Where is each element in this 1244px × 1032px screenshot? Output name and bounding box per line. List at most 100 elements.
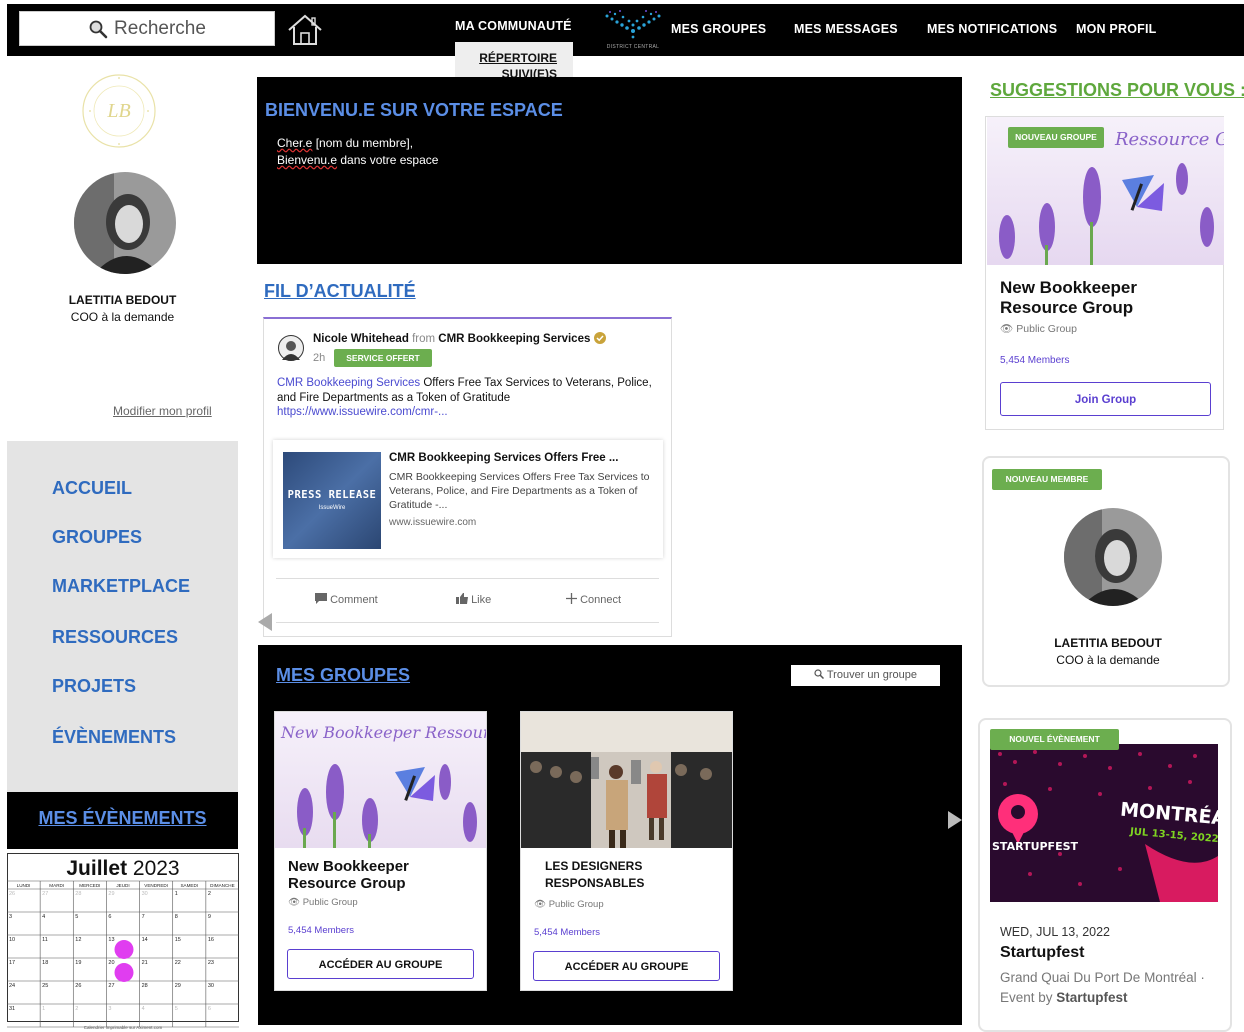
calendar-day[interactable]: 14 — [142, 937, 148, 943]
news-feed-title[interactable]: FIL D’ACTUALITÉ — [264, 281, 416, 302]
calendar-day[interactable]: 30 — [208, 983, 214, 989]
calendar-day[interactable]: 6 — [108, 914, 111, 920]
calendar-day[interactable]: 29 — [108, 891, 114, 897]
calendar-day[interactable]: 25 — [42, 983, 48, 989]
calendar-day[interactable]: 26 — [75, 983, 81, 989]
calendar-day[interactable]: 15 — [175, 937, 181, 943]
calendar-day[interactable]: 23 — [208, 960, 214, 966]
nav-my-messages[interactable]: MES MESSAGES — [794, 22, 898, 36]
group-members[interactable]: 5,454 Members — [534, 927, 600, 938]
sidebar-item-groups[interactable]: GROUPES — [52, 527, 142, 548]
post-url-link[interactable]: https://www.issuewire.com/cmr-... — [277, 406, 448, 418]
calendar-day[interactable]: 11 — [42, 937, 48, 943]
search-box[interactable]: Recherche — [19, 11, 275, 46]
calendar-day[interactable]: 4 — [142, 1006, 145, 1012]
calendar-day[interactable]: 2 — [208, 891, 211, 897]
thumbs-up-icon — [456, 593, 468, 604]
calendar-event-marker[interactable] — [114, 940, 134, 959]
calendar-day[interactable]: 4 — [42, 914, 45, 920]
calendar-day[interactable]: 31 — [9, 1006, 15, 1012]
calendar-day[interactable]: 22 — [175, 960, 181, 966]
calendar-grid: Juillet 2023 LUNDI MARDI MERCEDI JEUDI VENDRE… — [7, 853, 239, 1030]
press-release-thumbnail: PRESS RELEASE IssueWire — [283, 452, 381, 549]
calendar-day[interactable]: 16 — [208, 937, 214, 943]
group-members[interactable]: 5,454 Members — [288, 925, 354, 936]
event-organizer-name[interactable]: Startupfest — [1056, 990, 1127, 1005]
calendar-day[interactable]: 18 — [42, 960, 48, 966]
calendar-day[interactable]: 26 — [9, 891, 15, 897]
calendar-day[interactable]: 24 — [9, 983, 15, 989]
new-member-badge: NOUVEAU MEMBRE — [992, 469, 1102, 490]
calendar-day[interactable]: 10 — [9, 937, 15, 943]
calendar-day[interactable]: 12 — [75, 937, 81, 943]
sidebar-item-resources[interactable]: RESSOURCES — [52, 627, 178, 648]
suggested-member-avatar[interactable] — [1064, 508, 1162, 606]
group-card-bookkeeper[interactable]: New Bookkeeper Ressource Group New Bookk… — [274, 711, 487, 991]
calendar-day[interactable]: 3 — [9, 914, 12, 920]
sidebar-item-marketplace[interactable]: MARKETPLACE — [52, 576, 190, 597]
calendar-day[interactable]: 28 — [75, 891, 81, 897]
calendar-day[interactable]: 27 — [42, 891, 48, 897]
suggested-group-members[interactable]: 5,454 Members — [1000, 355, 1069, 366]
post-org[interactable]: CMR Bookkeeping Services — [438, 333, 590, 345]
suggested-group-card[interactable]: Ressource Group NOUVEAU GROUPE New Bookk… — [985, 116, 1224, 430]
post-mention-link[interactable]: CMR Bookkeeping Services — [277, 377, 420, 389]
calendar-event-marker[interactable] — [114, 963, 134, 982]
join-group-button[interactable]: Join Group — [1000, 382, 1211, 416]
nav-my-profile[interactable]: MON PROFIL — [1076, 22, 1156, 36]
like-button[interactable]: Like — [456, 593, 491, 606]
calendar-day[interactable]: 21 — [142, 960, 148, 966]
calendar-day[interactable]: 7 — [142, 914, 145, 920]
calendar-day[interactable]: 29 — [175, 983, 181, 989]
nav-my-groups[interactable]: MES GROUPES — [671, 22, 766, 36]
nav-my-community[interactable]: MA COMMUNAUTÉ — [455, 19, 572, 33]
post-author-name[interactable]: Nicole Whitehead — [313, 333, 409, 345]
event-image-startupfest: MONTRÉAL JUL 13-15, 2022 STARTUPFEST — [990, 744, 1218, 902]
home-icon[interactable] — [285, 12, 325, 48]
access-group-button[interactable]: ACCÉDER AU GROUPE — [287, 949, 474, 979]
calendar-day[interactable]: 17 — [9, 960, 15, 966]
suggested-group-name-line2: Resource Group — [1000, 298, 1134, 317]
edit-profile-link[interactable]: Modifier mon profil — [113, 404, 212, 418]
calendar-day[interactable]: 5 — [75, 914, 78, 920]
calendar-day[interactable]: 28 — [142, 983, 148, 989]
access-group-button[interactable]: ACCÉDER AU GROUPE — [533, 951, 720, 981]
carousel-next-arrow-icon[interactable] — [948, 811, 962, 829]
calendar-day[interactable]: 9 — [208, 914, 211, 920]
sidebar-item-events[interactable]: ÉVÈNEMENTS — [52, 727, 176, 748]
calendar-day[interactable]: 2 — [75, 1006, 78, 1012]
calendar-day[interactable]: 19 — [75, 960, 81, 966]
post-author-avatar[interactable] — [278, 335, 304, 361]
calendar-day[interactable]: 3 — [108, 1006, 111, 1012]
group-card-designers[interactable]: LES DESIGNERS RESPONSABLES 👁 Public Group… — [520, 711, 733, 991]
profile-avatar[interactable] — [74, 172, 176, 274]
search-placeholder: Recherche — [114, 17, 206, 39]
my-groups-title[interactable]: MES GROUPES — [276, 665, 410, 686]
comment-button[interactable]: Comment — [315, 593, 378, 606]
feed-post: Nicole Whitehead from CMR Bookkeeping Se… — [263, 317, 672, 637]
suggested-member-card[interactable]: NOUVEAU MEMBRE LAETITIA BEDOUT COO à la … — [982, 456, 1230, 687]
calendar-day[interactable]: 8 — [175, 914, 178, 920]
connect-button[interactable]: Connect — [566, 593, 621, 606]
dropdown-directory[interactable]: RÉPERTOIRE — [455, 50, 557, 66]
calendar-day[interactable]: 1 — [42, 1006, 45, 1012]
calendar-day[interactable]: 13 — [108, 937, 114, 943]
suggested-member-name: LAETITIA BEDOUT — [1054, 636, 1162, 650]
events-calendar[interactable]: Juillet 2023 LUNDI MARDI MERCEDI JEUDI VENDRE… — [7, 853, 239, 1031]
calendar-day[interactable]: 30 — [142, 891, 148, 897]
nav-my-notifications[interactable]: MES NOTIFICATIONS — [927, 22, 1057, 36]
calendar-day[interactable]: 20 — [108, 960, 114, 966]
calendar-day[interactable]: 5 — [175, 1006, 178, 1012]
link-preview-card[interactable]: PRESS RELEASE IssueWire CMR Bookkeeping … — [273, 440, 663, 558]
suggested-event-card[interactable]: MONTRÉAL JUL 13-15, 2022 STARTUPFEST NOU… — [978, 718, 1232, 1032]
calendar-day[interactable]: 1 — [175, 891, 178, 897]
find-group-button[interactable]: Trouver un groupe — [791, 665, 940, 686]
district-central-logo[interactable]: DISTRICT CENTRAL — [601, 8, 665, 52]
event-name[interactable]: Startupfest — [1000, 944, 1084, 962]
calendar-day[interactable]: 27 — [108, 983, 114, 989]
calendar-day[interactable]: 6 — [208, 1006, 211, 1012]
carousel-prev-arrow-icon[interactable] — [258, 613, 272, 631]
sidebar-item-projects[interactable]: PROJETS — [52, 676, 136, 697]
sidebar-item-home[interactable]: ACCUEIL — [52, 478, 132, 499]
my-events-title[interactable]: MES ÉVÈNEMENTS — [7, 808, 238, 829]
